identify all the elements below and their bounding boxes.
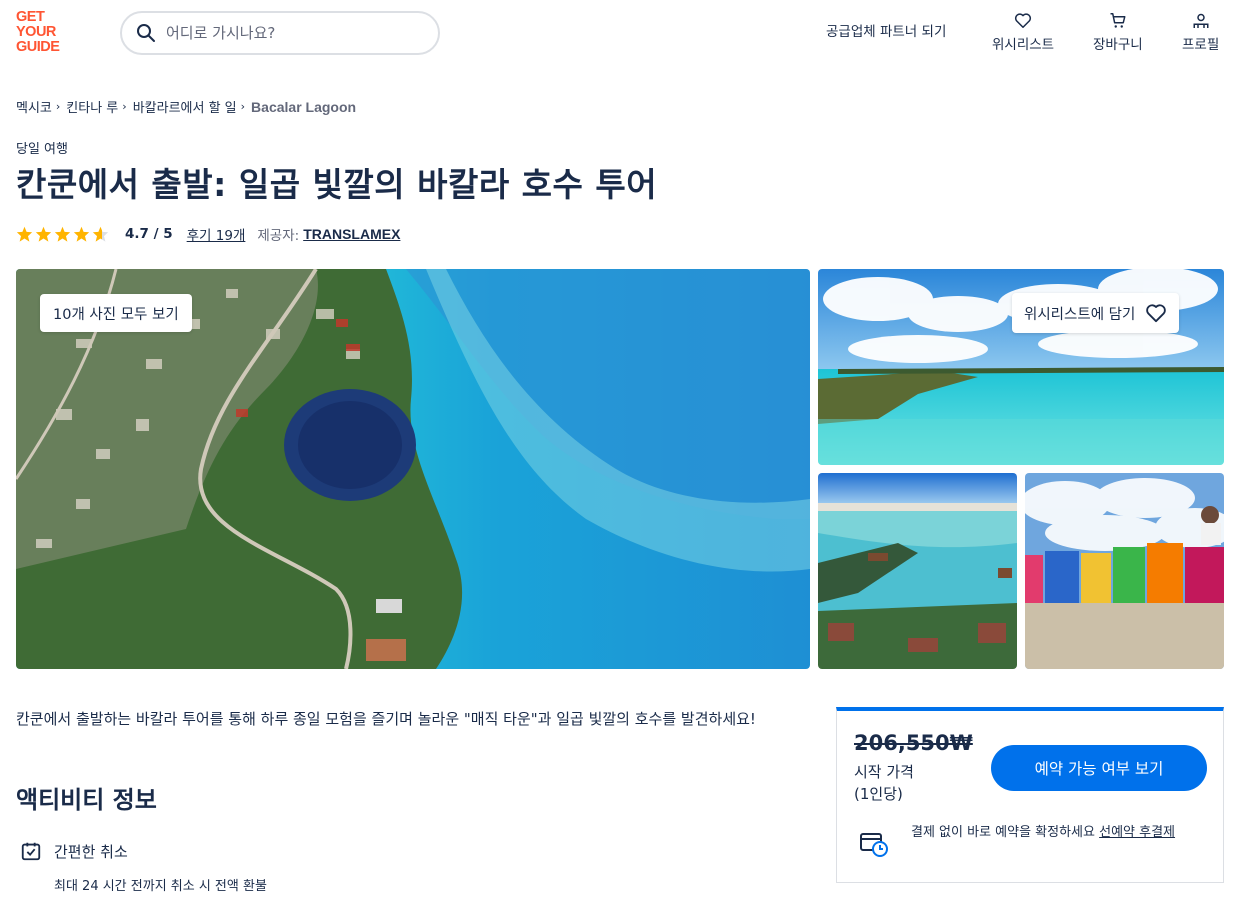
photo-lagoon-pier[interactable] [818, 473, 1017, 669]
free-cancellation-title: 간편한 취소 [54, 842, 128, 861]
provider-label: 제공자: [257, 228, 300, 244]
chevron-right-icon: › [55, 100, 61, 113]
cart-icon [1110, 13, 1126, 28]
star-half-icon [92, 226, 109, 242]
calendar-check-icon [21, 842, 41, 861]
heart-icon [1146, 304, 1167, 323]
star-icon [54, 226, 71, 242]
wishlist-label: 위시리스트 [992, 37, 1055, 53]
profile-nav[interactable]: 프로필 [1182, 12, 1219, 53]
breadcrumb-item-current: Bacalar Lagoon [251, 98, 357, 115]
reserve-note-link[interactable]: 선예약 후결제 [1099, 825, 1175, 840]
breadcrumb-item-quintana-roo[interactable]: 킨타나 루 [66, 97, 118, 116]
calendar-clock-icon [860, 833, 888, 857]
cart-label: 장바구니 [1093, 37, 1143, 53]
rating-value: 4.7 / 5 [125, 226, 173, 242]
chevron-right-icon: › [240, 100, 246, 113]
add-to-wishlist-label: 위시리스트에 담기 [1024, 306, 1136, 323]
booking-card: 206,550₩ 시작 가격 (1인당) 예약 가능 여부 보기 결제 없이 바… [836, 707, 1224, 883]
view-all-photos-label: 10개 사진 모두 보기 [53, 306, 179, 323]
star-icon [35, 226, 52, 242]
activity-category: 당일 여행 [16, 142, 68, 157]
chevron-right-icon: › [122, 100, 127, 113]
cart-nav[interactable]: 장바구니 [1093, 12, 1143, 53]
breadcrumb-item-mexico[interactable]: 멕시코 [16, 97, 52, 116]
activity-info-title: 액티비티 정보 [16, 786, 157, 814]
reserve-now-pay-later-note: 결제 없이 바로 예약을 확정하세요 선예약 후결제 [911, 823, 1211, 843]
search-icon [137, 24, 155, 42]
search-bar[interactable] [120, 11, 440, 55]
price-value: 206,550₩ [854, 731, 973, 755]
heart-icon [1015, 13, 1032, 28]
logo-line-3: GUIDE [16, 39, 60, 55]
getyourguide-logo[interactable]: GET YOUR GUIDE [16, 10, 74, 58]
add-to-wishlist-button[interactable]: 위시리스트에 담기 [1012, 293, 1180, 333]
view-all-photos-button[interactable]: 10개 사진 모두 보기 [40, 294, 192, 332]
price-label: 시작 가격 (1인당) [854, 761, 914, 805]
check-availability-button[interactable]: 예약 가능 여부 보기 [991, 745, 1207, 791]
logo-line-1: GET [16, 9, 45, 25]
site-header: GET YOUR GUIDE 공급업체 파트너 되기 위시리스트 장바구니 프로… [0, 0, 1240, 70]
feature-free-cancellation: 간편한 취소 [20, 840, 128, 862]
provider-link[interactable]: TRANSLAMEX [303, 226, 400, 242]
reserve-note-text: 결제 없이 바로 예약을 확정하세요 [911, 825, 1095, 840]
page-title: 칸쿤에서 출발: 일곱 빛깔의 바칼라 호수 투어 [16, 165, 658, 204]
photo-bacalar-sign[interactable] [1025, 473, 1224, 669]
breadcrumb: 멕시코 › 킨타나 루 › 바칼라르에서 할 일 › Bacalar Lagoo… [16, 97, 357, 117]
price-label-from: 시작 가격 [854, 763, 914, 781]
wishlist-nav[interactable]: 위시리스트 [992, 12, 1054, 53]
logo-line-2: YOUR [16, 24, 56, 40]
rating-stars [16, 226, 109, 242]
reviews-link[interactable]: 후기 19개 [187, 224, 246, 244]
activity-description: 칸쿤에서 출발하는 바칼라 투어를 통해 하루 종일 모험을 즐기며 놀라운 "… [16, 710, 756, 728]
partner-link[interactable]: 공급업체 파트너 되기 [826, 20, 946, 40]
star-icon [73, 226, 90, 242]
price-label-per-person: (1인당) [854, 785, 903, 803]
breadcrumb-item-bacalar-things[interactable]: 바칼라르에서 할 일 [133, 97, 237, 116]
profile-icon [1193, 13, 1209, 28]
search-input[interactable] [166, 24, 416, 42]
free-cancellation-detail: 최대 24 시간 전까지 취소 시 전액 환불 [54, 879, 267, 894]
star-icon [16, 226, 33, 242]
rating-row: 4.7 / 5 후기 19개 제공자: TRANSLAMEX [16, 224, 400, 244]
profile-label: 프로필 [1182, 37, 1220, 53]
